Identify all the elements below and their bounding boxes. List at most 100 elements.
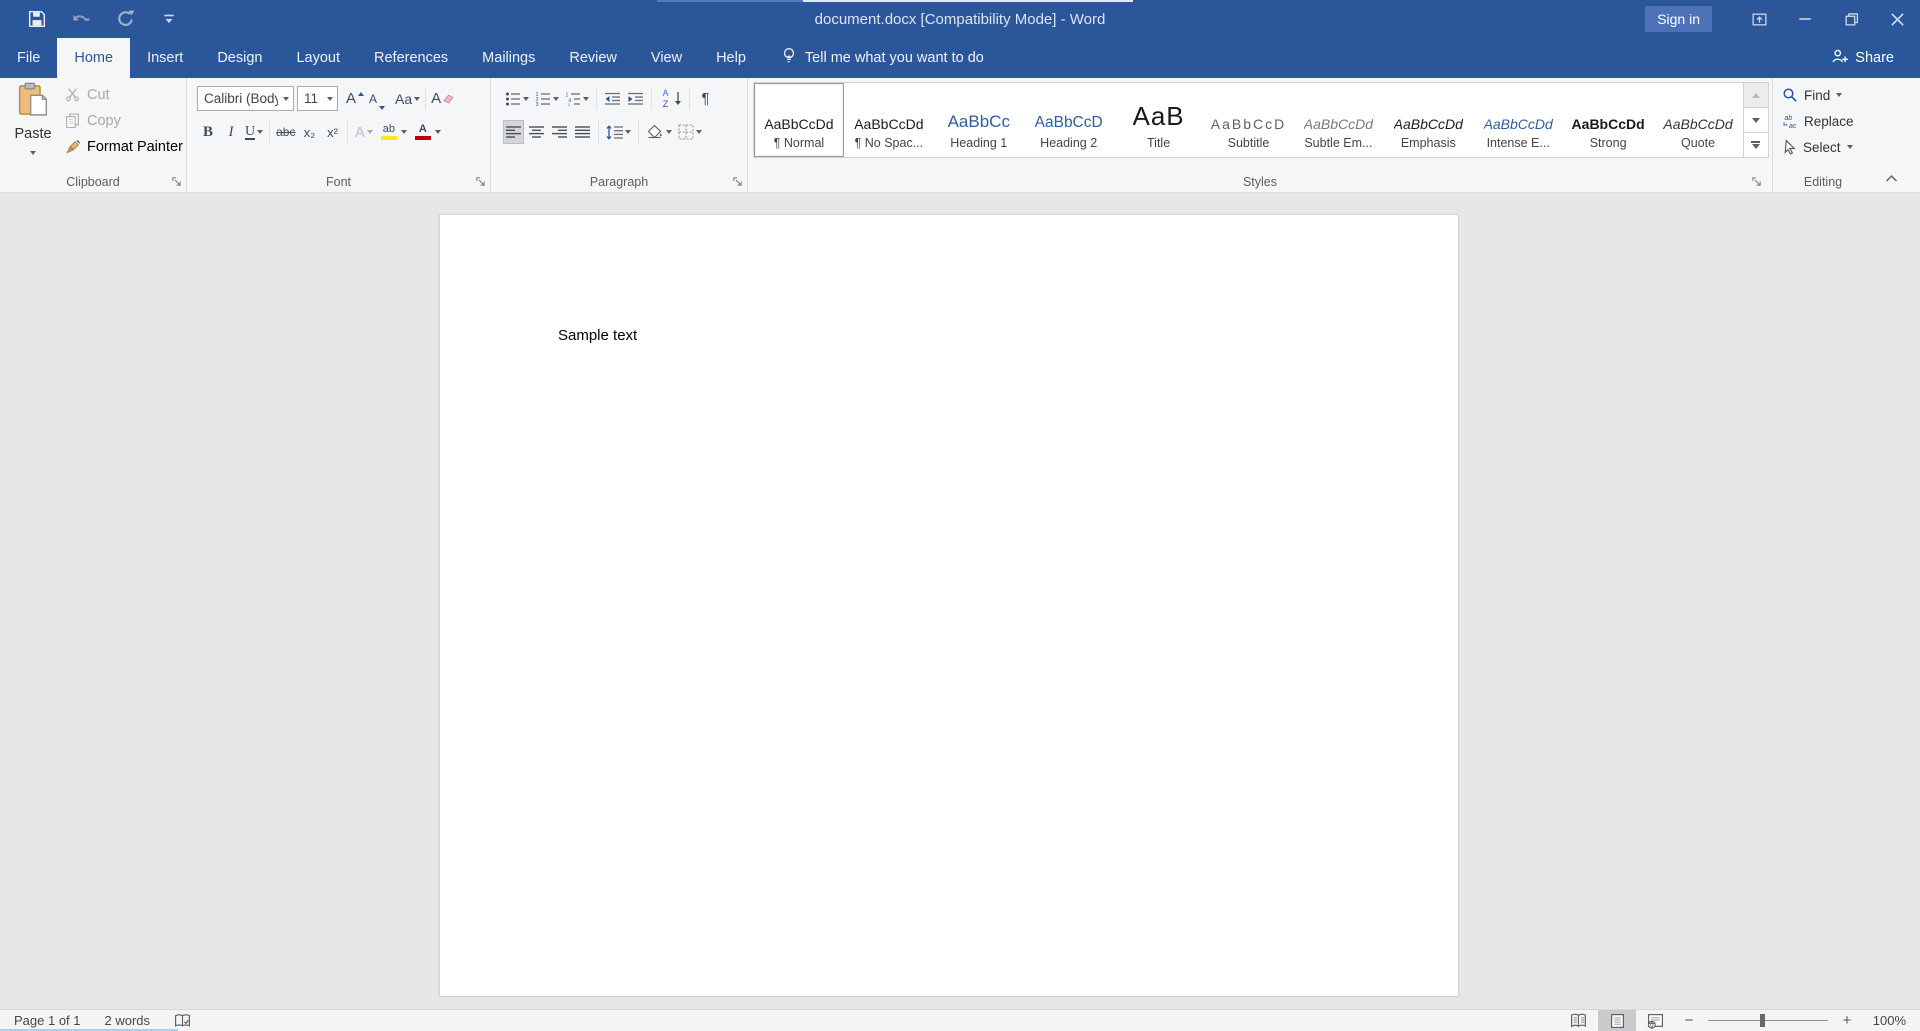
shading-dropdown-arrow[interactable] (666, 130, 672, 134)
text-effects-button[interactable]: A (352, 120, 375, 144)
copy-button[interactable]: Copy (64, 110, 183, 131)
style-intense-emphasis[interactable]: AaBbCcDd Intense E... (1473, 83, 1563, 157)
styles-dialog-launcher-icon[interactable] (1750, 175, 1762, 187)
borders-dropdown-arrow[interactable] (696, 130, 702, 134)
strikethrough-button[interactable]: abc (274, 120, 297, 144)
tab-home[interactable]: Home (57, 38, 130, 78)
align-center-button[interactable] (526, 120, 547, 144)
bullets-button[interactable] (503, 87, 531, 111)
font-size-dropdown-arrow[interactable] (327, 97, 333, 101)
tab-view[interactable]: View (634, 38, 699, 78)
style-strong[interactable]: AaBbCcDd Strong (1563, 83, 1653, 157)
select-button[interactable]: Select (1782, 137, 1854, 157)
borders-button[interactable] (676, 120, 704, 144)
bold-button[interactable]: B (197, 120, 219, 144)
style-title[interactable]: AaB Title (1114, 83, 1204, 157)
collapse-ribbon-button[interactable] (1880, 170, 1902, 186)
replace-button[interactable]: abac Replace (1782, 111, 1854, 131)
show-hide-formatting-button[interactable]: ¶ (695, 87, 716, 111)
tab-insert[interactable]: Insert (130, 38, 200, 78)
font-size-combobox[interactable]: 11 (297, 86, 338, 111)
style-no-spacing[interactable]: AaBbCcDd ¶ No Spac... (844, 83, 934, 157)
font-color-dropdown-arrow[interactable] (435, 130, 441, 134)
numbering-button[interactable]: 123 (533, 87, 561, 111)
align-right-button[interactable] (549, 120, 570, 144)
underline-button[interactable]: U (243, 120, 265, 144)
minimize-icon[interactable] (1782, 0, 1828, 38)
zoom-slider-thumb[interactable] (1760, 1014, 1765, 1027)
restore-icon[interactable] (1828, 0, 1874, 38)
bullets-dropdown-arrow[interactable] (523, 97, 529, 101)
page-count-status[interactable]: Page 1 of 1 (6, 1013, 89, 1028)
zoom-level[interactable]: 100% (1862, 1013, 1906, 1028)
save-icon[interactable] (26, 8, 48, 30)
print-layout-button[interactable] (1598, 1010, 1636, 1031)
increase-indent-button[interactable] (625, 87, 646, 111)
undo-icon[interactable] (70, 8, 92, 30)
shrink-font-button[interactable]: A (366, 87, 388, 111)
tell-me-box[interactable]: Tell me what you want to do (767, 38, 998, 78)
style-quote[interactable]: AaBbCcDd Quote (1653, 83, 1743, 157)
justify-button[interactable] (572, 120, 593, 144)
clipboard-dialog-launcher-icon[interactable] (170, 175, 182, 187)
cut-button[interactable]: Cut (64, 84, 183, 105)
close-icon[interactable] (1874, 0, 1920, 38)
style-normal[interactable]: AaBbCcDd ¶ Normal (754, 83, 844, 157)
font-family-dropdown-arrow[interactable] (283, 97, 289, 101)
font-dialog-launcher-icon[interactable] (474, 175, 486, 187)
paste-dropdown-arrow[interactable] (30, 151, 36, 155)
style-emphasis[interactable]: AaBbCcDd Emphasis (1383, 83, 1473, 157)
style-subtitle[interactable]: AaBbCcD Subtitle (1204, 83, 1294, 157)
read-mode-button[interactable] (1560, 1010, 1598, 1031)
zoom-slider-track[interactable] (1708, 1020, 1828, 1021)
share-button[interactable]: Share (1817, 38, 1920, 78)
zoom-in-button[interactable]: + (1838, 1012, 1856, 1029)
style-heading-2[interactable]: AaBbCcD Heading 2 (1024, 83, 1114, 157)
multilevel-list-button[interactable]: 1ai (563, 87, 591, 111)
grow-font-button[interactable]: A (344, 87, 366, 111)
sort-button[interactable]: AZ (657, 87, 684, 111)
word-count-status[interactable]: 2 words (97, 1013, 159, 1028)
find-button[interactable]: Find (1782, 85, 1854, 105)
style-subtle-emphasis[interactable]: AaBbCcDd Subtle Em... (1293, 83, 1383, 157)
zoom-out-button[interactable]: − (1680, 1012, 1698, 1029)
superscript-button[interactable]: x² (321, 120, 343, 144)
document-page[interactable]: Sample text (440, 215, 1458, 996)
proofing-status-icon[interactable] (166, 1013, 199, 1029)
paste-button[interactable]: Paste (6, 82, 60, 170)
multilevel-dropdown-arrow[interactable] (583, 97, 589, 101)
decrease-indent-button[interactable] (602, 87, 623, 111)
tab-review[interactable]: Review (552, 38, 634, 78)
select-dropdown-arrow[interactable] (1847, 145, 1853, 149)
text-highlight-button[interactable]: ab (376, 120, 409, 144)
clear-formatting-button[interactable]: A (429, 87, 456, 111)
ribbon-display-options-icon[interactable] (1736, 0, 1782, 38)
styles-scroll-down-button[interactable] (1744, 108, 1768, 133)
font-color-button[interactable]: A (410, 120, 443, 144)
underline-dropdown-arrow[interactable] (257, 130, 263, 134)
format-painter-button[interactable]: Format Painter (64, 136, 183, 157)
line-spacing-button[interactable] (604, 120, 633, 144)
tab-mailings[interactable]: Mailings (465, 38, 552, 78)
subscript-button[interactable]: x₂ (298, 120, 320, 144)
numbering-dropdown-arrow[interactable] (553, 97, 559, 101)
redo-icon[interactable] (114, 8, 136, 30)
shading-button[interactable] (644, 120, 674, 144)
line-spacing-dropdown-arrow[interactable] (625, 130, 631, 134)
sign-in-button[interactable]: Sign in (1645, 6, 1712, 32)
align-left-button[interactable] (503, 120, 524, 144)
highlight-dropdown-arrow[interactable] (401, 130, 407, 134)
styles-scroll-up-button[interactable] (1744, 83, 1768, 108)
customize-quick-access-icon[interactable] (158, 8, 180, 30)
paragraph-dialog-launcher-icon[interactable] (731, 175, 743, 187)
tab-file[interactable]: File (0, 38, 57, 78)
styles-gallery-more-button[interactable] (1744, 133, 1768, 157)
font-family-combobox[interactable]: Calibri (Body) (197, 86, 294, 111)
find-dropdown-arrow[interactable] (1836, 93, 1842, 97)
tab-references[interactable]: References (357, 38, 465, 78)
tab-layout[interactable]: Layout (279, 38, 357, 78)
change-case-button[interactable]: Aa (393, 87, 422, 111)
tab-design[interactable]: Design (200, 38, 279, 78)
italic-button[interactable]: I (220, 120, 242, 144)
web-layout-button[interactable] (1636, 1010, 1674, 1031)
